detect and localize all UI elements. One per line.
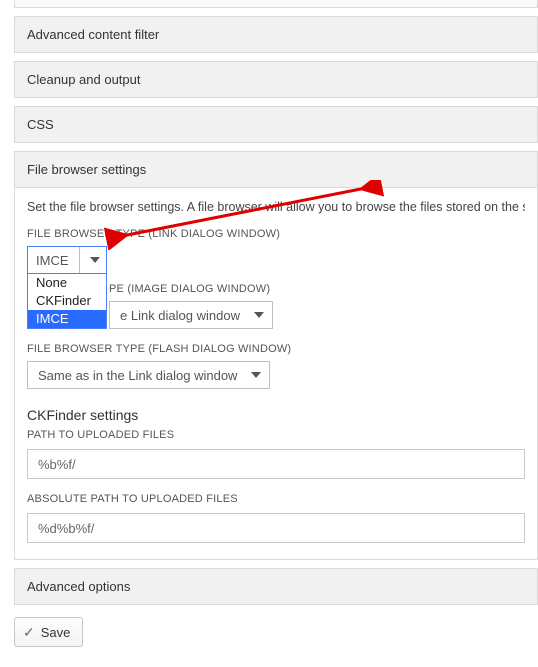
dropdown-file-browser-link: None CKFinder IMCE bbox=[27, 273, 107, 329]
label-path-uploaded-files: PATH TO UPLOADED FILES bbox=[27, 429, 525, 441]
section-label: Advanced content filter bbox=[27, 27, 159, 42]
chevron-down-icon bbox=[90, 257, 100, 263]
check-icon: ✓ bbox=[23, 625, 35, 639]
option-imce[interactable]: IMCE bbox=[28, 310, 106, 328]
select-value: Same as in the Link dialog window bbox=[38, 368, 237, 383]
section-file-browser-settings: File browser settings Set the file brows… bbox=[14, 151, 538, 560]
partial-top-panel bbox=[14, 0, 538, 8]
select-file-browser-link[interactable]: IMCE bbox=[27, 246, 107, 274]
label-file-browser-flash: FILE BROWSER TYPE (FLASH DIALOG WINDOW) bbox=[27, 343, 525, 355]
section-advanced-content-filter[interactable]: Advanced content filter bbox=[14, 16, 538, 53]
file-browser-description: Set the file browser settings. A file br… bbox=[27, 200, 525, 214]
section-header[interactable]: File browser settings bbox=[15, 152, 537, 188]
section-label: Cleanup and output bbox=[27, 72, 140, 87]
save-button[interactable]: ✓ Save bbox=[14, 617, 83, 647]
chevron-down-icon bbox=[254, 312, 264, 318]
input-path-uploaded-files[interactable] bbox=[27, 449, 525, 479]
section-advanced-options[interactable]: Advanced options bbox=[14, 568, 538, 605]
select-value: IMCE bbox=[36, 253, 69, 268]
section-css[interactable]: CSS bbox=[14, 106, 538, 143]
chevron-down-icon bbox=[251, 372, 261, 378]
section-label: File browser settings bbox=[27, 162, 146, 177]
section-label: CSS bbox=[27, 117, 54, 132]
option-ckfinder[interactable]: CKFinder bbox=[28, 292, 106, 310]
ckfinder-settings-heading: CKFinder settings bbox=[27, 407, 525, 423]
select-value: e Link dialog window bbox=[120, 308, 240, 323]
section-cleanup-output[interactable]: Cleanup and output bbox=[14, 61, 538, 98]
option-none[interactable]: None bbox=[28, 274, 106, 292]
save-button-label: Save bbox=[41, 625, 71, 640]
select-file-browser-flash[interactable]: Same as in the Link dialog window bbox=[27, 361, 270, 389]
label-file-browser-link: FILE BROWSER TYPE (LINK DIALOG WINDOW) bbox=[27, 228, 525, 240]
input-absolute-path-uploaded-files[interactable] bbox=[27, 513, 525, 543]
select-file-browser-image[interactable]: e Link dialog window bbox=[109, 301, 273, 329]
label-absolute-path-uploaded-files: ABSOLUTE PATH TO UPLOADED FILES bbox=[27, 493, 525, 505]
label-file-browser-image: PE (IMAGE DIALOG WINDOW) bbox=[109, 283, 525, 295]
